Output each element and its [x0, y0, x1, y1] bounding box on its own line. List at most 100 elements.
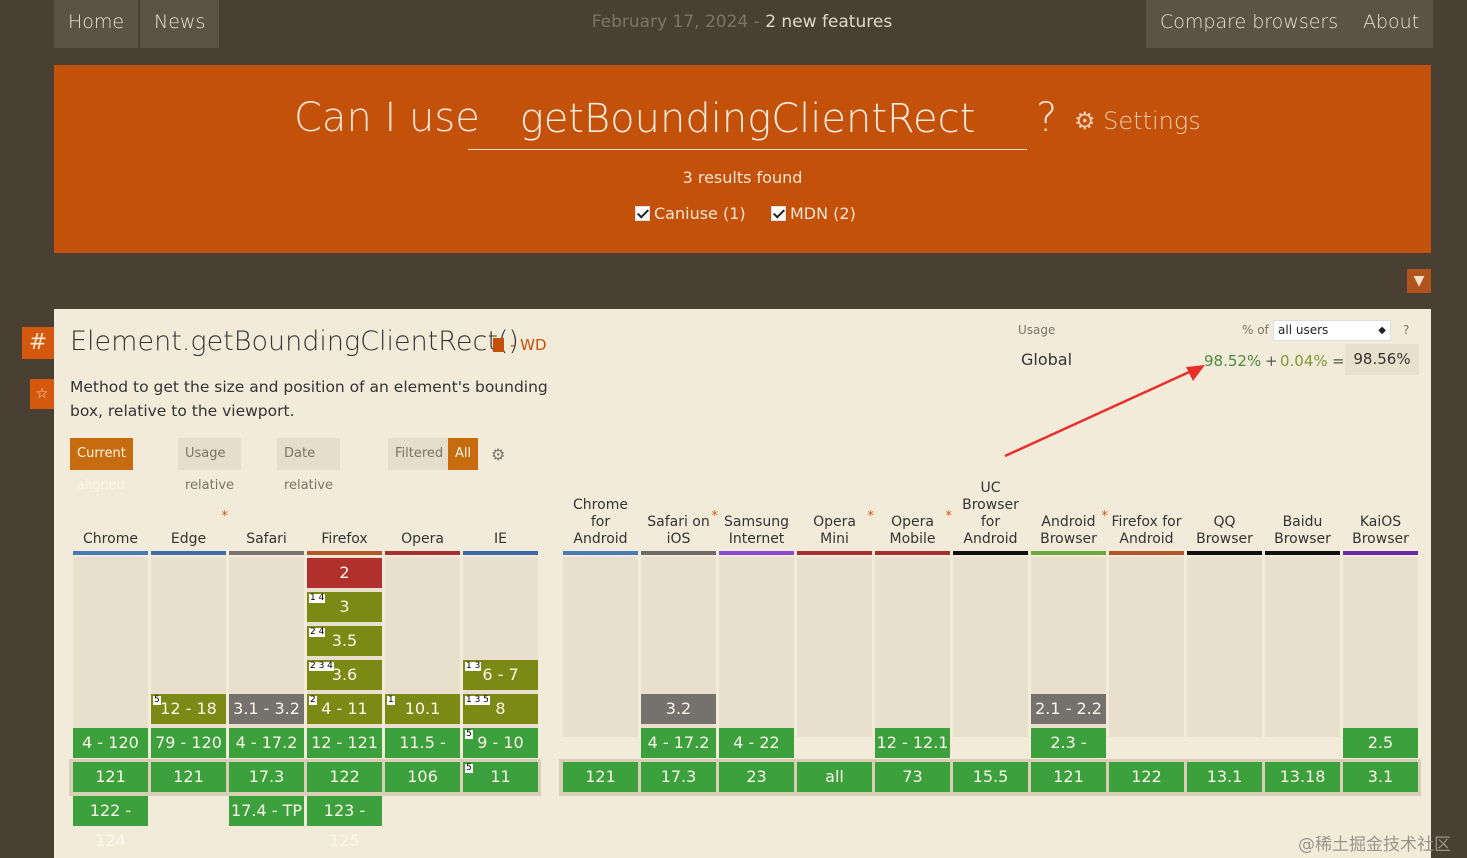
version-cell[interactable]: 13.18: [1265, 762, 1340, 792]
version-cell[interactable]: 10.1 1: [385, 694, 460, 724]
version-cell[interactable]: 23: [719, 762, 794, 792]
nav-news-link[interactable]: News: [140, 0, 220, 48]
version-cell[interactable]: 2.3 - 4.4.4: [1031, 728, 1106, 782]
version-cell[interactable]: 4 - 17.2: [641, 728, 716, 758]
browser-header-opera-mini[interactable]: Opera Mini *: [797, 470, 874, 548]
version-cell[interactable]: 2.5: [1343, 728, 1418, 758]
search-input[interactable]: getBoundingClientRect: [468, 88, 1027, 150]
new-features-link[interactable]: 2 new features: [765, 12, 892, 32]
version-cell[interactable]: 17.3: [641, 762, 716, 792]
browser-color-bar: [875, 551, 950, 555]
version-cell[interactable]: 121: [73, 762, 148, 792]
version-cell[interactable]: 73: [875, 762, 950, 792]
gear-icon: ⚙: [1074, 107, 1096, 135]
version-cell[interactable]: 17.4 - TP: [229, 796, 304, 826]
usage-help[interactable]: ?: [1403, 323, 1409, 337]
mdn-checkbox[interactable]: MDN (2): [771, 204, 856, 223]
check-icon: [635, 206, 650, 221]
version-cell[interactable]: 3 1 4: [307, 592, 382, 622]
browser-color-bar: [1109, 551, 1184, 555]
version-cell[interactable]: 2: [307, 558, 382, 588]
version-range: 6 - 7: [482, 665, 519, 684]
star-icon[interactable]: ☆: [30, 379, 54, 409]
version-cell[interactable]: 3.1 - 3.2: [229, 694, 304, 724]
browser-header-uc-browser-for-android[interactable]: UC Browser for Android: [953, 470, 1028, 548]
settings-button[interactable]: ⚙ Settings: [1074, 107, 1201, 135]
version-range: 17.4 - TP: [231, 801, 302, 820]
version-cell[interactable]: 9 - 10 5: [463, 728, 538, 758]
browser-header-firefox-for-android[interactable]: Firefox for Android: [1109, 470, 1184, 548]
tab-all[interactable]: All: [448, 438, 479, 470]
browser-header-ie[interactable]: IE: [463, 470, 538, 548]
nav-compare-link[interactable]: Compare browsers: [1146, 0, 1353, 48]
browser-color-bar: [1343, 551, 1418, 555]
browser-header-edge[interactable]: Edge *: [151, 470, 228, 548]
version-cell[interactable]: 4 - 22: [719, 728, 794, 758]
version-cell[interactable]: 17.3: [229, 762, 304, 792]
version-cell[interactable]: 15.5: [953, 762, 1028, 792]
version-cell[interactable]: 79 - 120: [151, 728, 226, 758]
version-cell[interactable]: 3.6 2 3 4: [307, 660, 382, 690]
version-cell[interactable]: 121: [151, 762, 226, 792]
version-range: 122 - 124: [89, 801, 132, 850]
browser-header-kaios-browser[interactable]: KaiOS Browser: [1343, 470, 1418, 548]
permalink-button[interactable]: #: [22, 327, 54, 359]
version-cell[interactable]: 12 - 12.1: [875, 728, 950, 758]
nav-about-link[interactable]: About: [1349, 0, 1434, 48]
browser-header-chrome[interactable]: Chrome: [73, 470, 148, 548]
version-cell[interactable]: 12 - 18 5: [151, 694, 226, 724]
version-cell[interactable]: 11 5: [463, 762, 538, 792]
version-range: 2: [339, 563, 350, 582]
spec-status-link[interactable]: - WD: [493, 336, 547, 354]
version-cell[interactable]: 3.1: [1343, 762, 1418, 792]
version-range: 15.5: [972, 767, 1009, 786]
browser-header-safari-on-ios[interactable]: Safari on iOS *: [641, 470, 718, 548]
browser-header-safari[interactable]: Safari: [229, 470, 304, 548]
version-cell[interactable]: 122: [307, 762, 382, 792]
tab-date-relative[interactable]: Date relative: [277, 438, 341, 493]
version-cell[interactable]: 122: [1109, 762, 1184, 792]
browser-header-opera-mobile[interactable]: Opera Mobile *: [875, 470, 952, 548]
news-headline[interactable]: February 17, 2024 - 2 new features: [542, 0, 942, 44]
tab-current-aligned[interactable]: Current aligned: [70, 438, 133, 493]
version-cell[interactable]: 4 - 11 2: [307, 694, 382, 724]
browser-header-qq-browser[interactable]: QQ Browser: [1187, 470, 1262, 548]
version-range: 12 - 18: [160, 699, 217, 718]
tab-usage-relative[interactable]: Usage relative: [178, 438, 242, 493]
search-prefix: Can I use: [294, 95, 480, 141]
tab-filtered[interactable]: Filtered: [388, 438, 451, 470]
version-cell[interactable]: 8 1 3 5: [463, 694, 538, 724]
version-cell[interactable]: 6 - 71 3: [463, 660, 538, 690]
nav-home-link[interactable]: Home: [54, 0, 139, 48]
version-cell[interactable]: 2.1 - 2.2: [1031, 694, 1106, 724]
search-qmark: ?: [1036, 95, 1058, 141]
version-cell[interactable]: all: [797, 762, 872, 792]
filter-icon[interactable]: ▼: [1407, 269, 1431, 293]
gear-icon[interactable]: ⚙: [491, 445, 505, 464]
version-cell[interactable]: 121: [1031, 762, 1106, 792]
news-date: February 17, 2024 -: [591, 12, 766, 32]
version-cell[interactable]: 121: [563, 762, 638, 792]
version-cell[interactable]: 11.5 - 105: [385, 728, 460, 782]
version-cell[interactable]: 3.2: [641, 694, 716, 724]
browser-header-firefox[interactable]: Firefox: [307, 470, 382, 548]
browser-header-chrome-for-android[interactable]: Chrome for Android: [563, 470, 638, 548]
version-range: 73: [902, 767, 923, 786]
version-cell[interactable]: 13.1: [1187, 762, 1262, 792]
usage-scope-select[interactable]: all users ◆: [1273, 320, 1391, 341]
caniuse-checkbox[interactable]: Caniuse (1): [635, 204, 746, 223]
version-cell[interactable]: 3.5 2 4: [307, 626, 382, 656]
version-cell[interactable]: 123 - 125: [307, 796, 382, 850]
version-range: 121: [173, 767, 204, 786]
version-cell[interactable]: 12 - 121: [307, 728, 382, 758]
browser-header-samsung-internet[interactable]: Samsung Internet: [719, 470, 794, 548]
browser-header-android-browser[interactable]: Android Browser *: [1031, 470, 1108, 548]
version-cell[interactable]: 122 - 124: [73, 796, 148, 850]
version-range: 3.1: [1367, 767, 1394, 786]
version-cell[interactable]: 4 - 17.2: [229, 728, 304, 758]
version-cell[interactable]: 4 - 120: [73, 728, 148, 758]
browser-header-opera[interactable]: Opera: [385, 470, 460, 548]
browser-header-baidu-browser[interactable]: Baidu Browser: [1265, 470, 1340, 548]
version-cell[interactable]: 106: [385, 762, 460, 792]
note-number: 1 3 5: [465, 695, 490, 705]
